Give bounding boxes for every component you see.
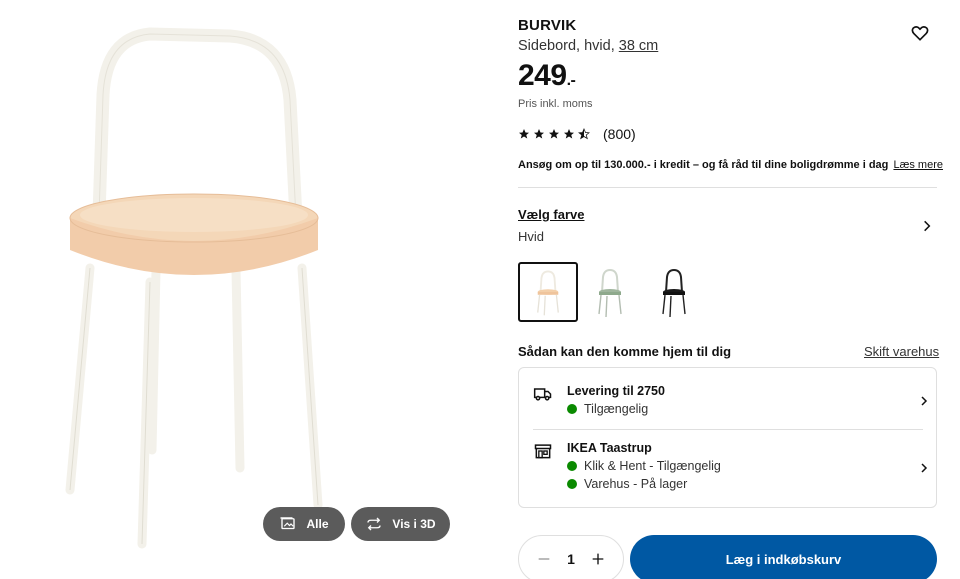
quantity-stepper: 1 (518, 535, 624, 579)
available-dot (567, 479, 577, 489)
view-3d-label: Vis i 3D (392, 517, 436, 531)
star-icon (519, 129, 529, 139)
credit-banner: Ansøg om op til 130.000.- i kredit – og … (518, 159, 943, 171)
color-picker-title[interactable]: Vælg farve (518, 207, 584, 222)
color-swatch-white[interactable] (518, 262, 578, 322)
color-swatch-green[interactable] (580, 262, 640, 322)
rotate-3d-icon (367, 517, 382, 531)
availability-box: Levering til 2750 Tilgængelig IKEA Taast… (518, 367, 937, 508)
delivery-title: Sådan kan den komme hjem til dig (518, 344, 732, 359)
table-thumbnail-black (662, 268, 686, 318)
row-divider (533, 429, 923, 430)
delivery-row[interactable]: Levering til 2750 Tilgængelig (533, 382, 928, 430)
available-dot (567, 404, 577, 414)
increase-button[interactable] (589, 550, 607, 568)
credit-text: Ansøg om op til 130.000.- i kredit – og … (518, 159, 889, 171)
images-icon (280, 517, 296, 530)
stock-text: Varehus - På lager (584, 477, 688, 491)
divider (518, 187, 937, 188)
price-decimal: .- (566, 72, 576, 89)
star-icon (549, 129, 559, 139)
product-type: Sidebord, hvid, (518, 38, 615, 54)
product-brand: BURVIK (518, 17, 577, 34)
product-gallery: Alle Vis i 3D (0, 0, 470, 579)
credit-read-more-link[interactable]: Læs mere (893, 159, 943, 171)
star-icon (534, 129, 544, 139)
plus-icon (592, 553, 604, 565)
add-to-cart-button[interactable]: Læg i indkøbskurv (630, 535, 937, 579)
product-description: Sidebord, hvid, 38 cm (518, 38, 658, 54)
all-images-button[interactable]: Alle (263, 507, 345, 541)
chevron-right-icon[interactable] (920, 219, 934, 233)
available-dot (567, 461, 577, 471)
table-thumbnail-white (537, 270, 559, 316)
store-row[interactable]: IKEA Taastrup Klik & Hent - Tilgængelig … (533, 439, 928, 499)
store-status-click-collect: Klik & Hent - Tilgængelig (567, 459, 721, 473)
heart-icon[interactable] (910, 23, 930, 43)
delivery-title-text: Levering til 2750 (567, 384, 665, 398)
table-thumbnail-green (598, 268, 622, 318)
rating[interactable]: (800) (518, 126, 636, 142)
click-collect-text: Klik & Hent - Tilgængelig (584, 459, 721, 473)
price-note: Pris inkl. moms (518, 98, 593, 110)
chevron-right-icon (921, 396, 928, 406)
rating-count: (800) (603, 126, 636, 142)
product-image[interactable] (0, 0, 470, 579)
store-status-stock: Varehus - På lager (567, 477, 687, 491)
star-icon (564, 129, 574, 139)
chevron-right-icon (921, 463, 928, 473)
truck-icon (533, 388, 552, 401)
store-icon (534, 444, 552, 459)
price-main: 249 (518, 59, 567, 92)
all-images-label: Alle (306, 517, 329, 531)
change-store-link[interactable]: Skift varehus (864, 344, 939, 359)
product-size-link[interactable]: 38 cm (619, 38, 659, 54)
selected-color: Hvid (518, 229, 545, 244)
delivery-status: Tilgængelig (567, 402, 648, 416)
store-name: IKEA Taastrup (567, 441, 652, 455)
view-3d-button[interactable]: Vis i 3D (351, 507, 450, 541)
decrease-button[interactable] (535, 550, 553, 568)
color-swatch-black[interactable] (644, 262, 704, 322)
product-price: 249.- (518, 59, 576, 93)
half-star-icon (578, 128, 590, 140)
minus-icon (538, 558, 550, 560)
quantity-value[interactable]: 1 (567, 551, 575, 567)
delivery-status-text: Tilgængelig (584, 402, 649, 416)
